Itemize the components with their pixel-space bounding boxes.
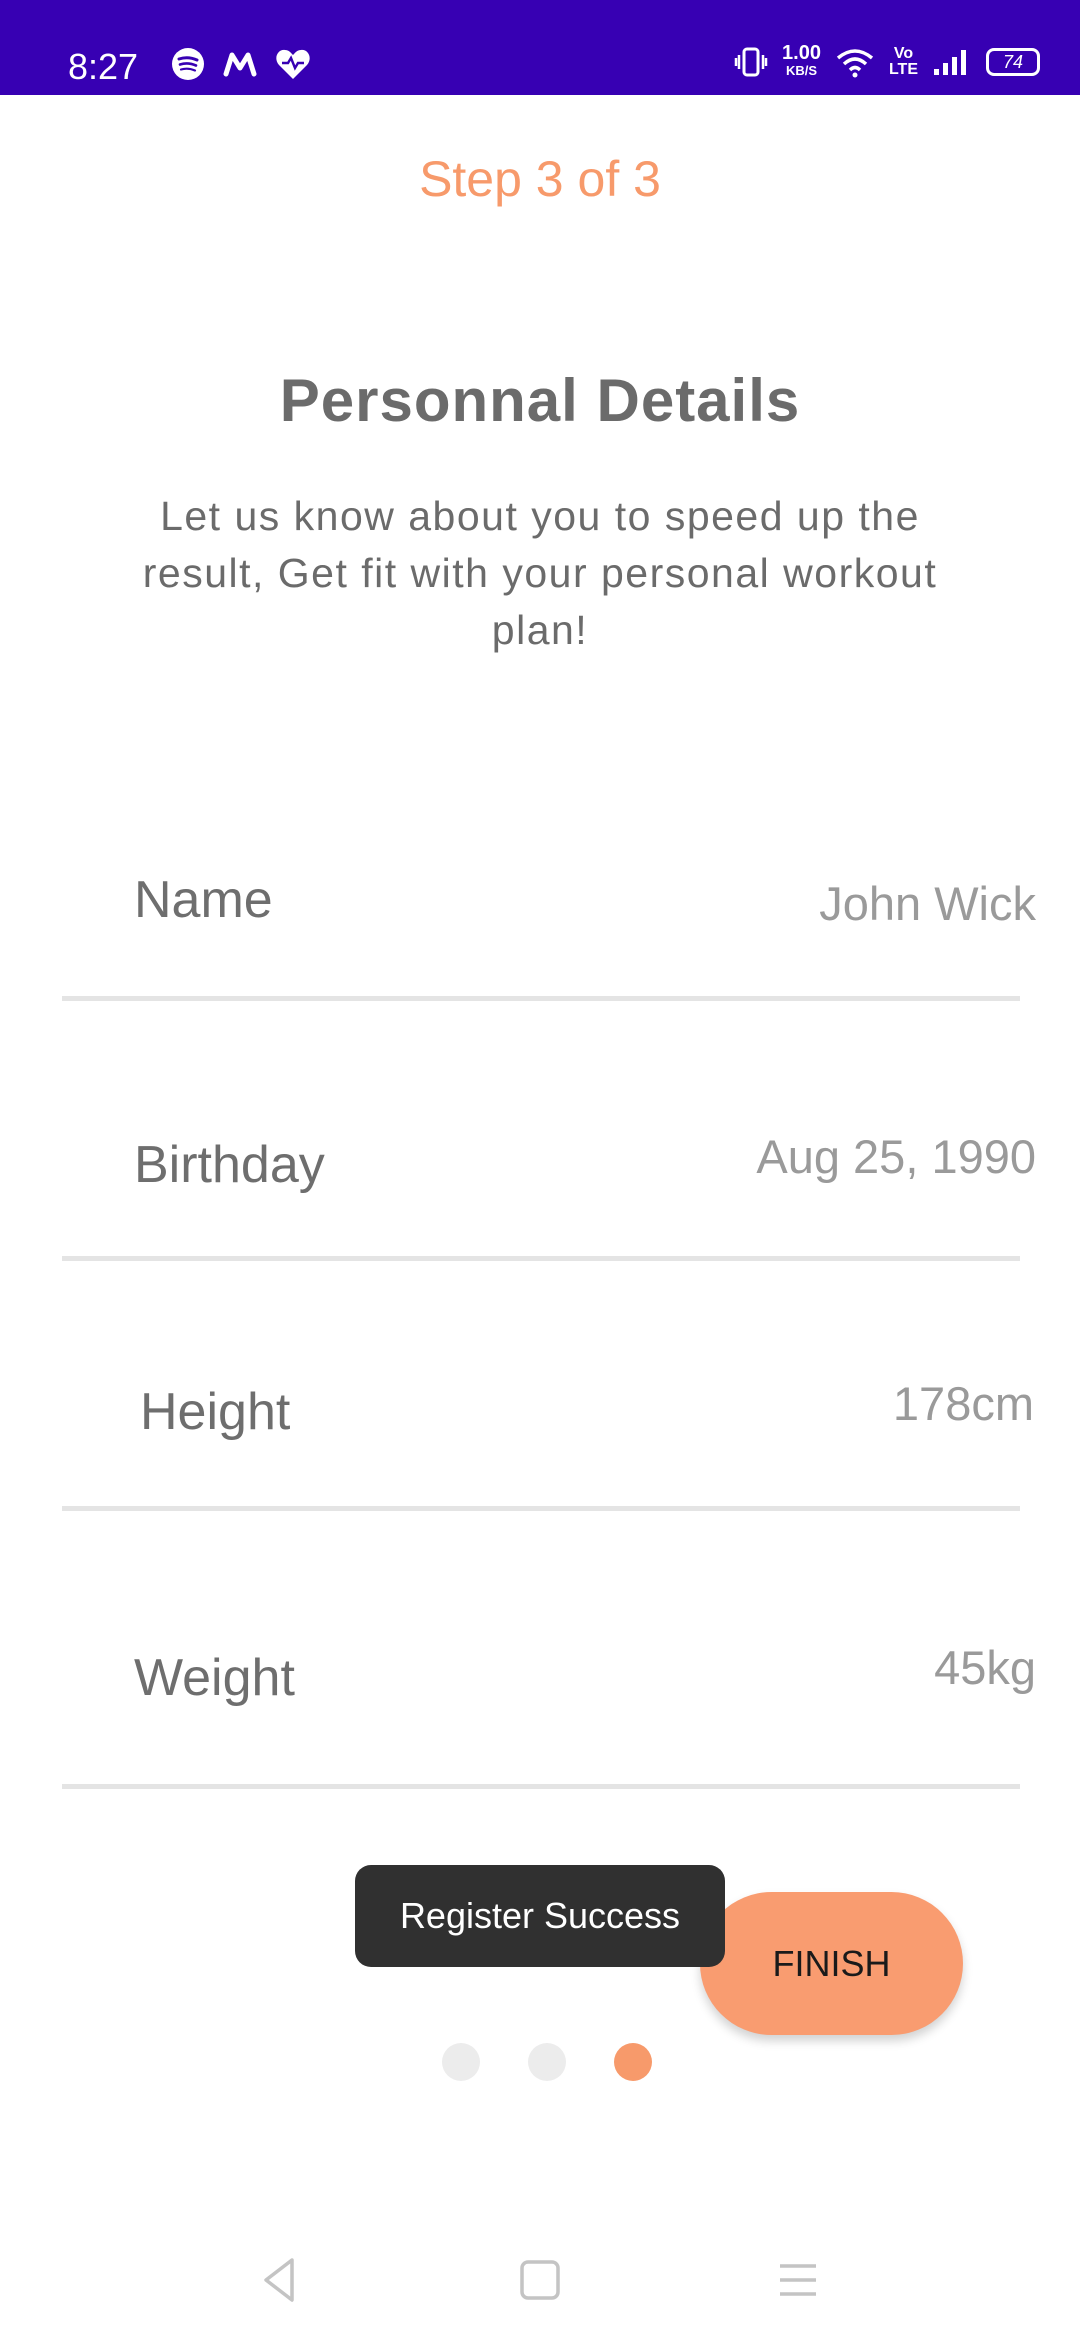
name-value[interactable]: John Wick <box>819 876 1036 931</box>
page-indicator <box>442 2043 652 2081</box>
network-speed: 1.00 KB/S <box>782 42 821 80</box>
height-label: Height <box>140 1383 291 1441</box>
page-dot-3-active[interactable] <box>614 2043 652 2081</box>
home-icon[interactable] <box>510 2250 570 2310</box>
speed-value: 1.00 <box>782 42 821 64</box>
name-row[interactable]: Name John Wick <box>62 860 1036 1010</box>
menu-icon[interactable] <box>768 2250 828 2310</box>
spotify-icon <box>172 48 204 80</box>
system-nav-bar <box>0 2230 1080 2340</box>
birthday-value[interactable]: Aug 25, 1990 <box>756 1129 1036 1184</box>
height-divider <box>62 1506 1020 1511</box>
page-dot-2[interactable] <box>528 2043 566 2081</box>
status-right-icons: 1.00 KB/S Vo LTE 74 <box>734 42 1040 80</box>
status-left-icons <box>170 46 312 82</box>
finish-button[interactable]: FINISH <box>700 1892 963 2035</box>
name-label: Name <box>134 871 273 929</box>
wifi-icon <box>836 49 874 78</box>
birthday-divider <box>62 1256 1020 1261</box>
status-time: 8:27 <box>68 46 139 87</box>
volte-indicator: Vo LTE <box>889 46 918 78</box>
volte-top: Vo <box>893 45 914 62</box>
vibrate-icon <box>734 47 768 77</box>
weight-divider <box>62 1784 1020 1789</box>
heart-icon <box>276 49 310 79</box>
back-icon[interactable] <box>250 2250 310 2310</box>
height-value[interactable]: 178cm <box>893 1376 1034 1431</box>
battery-level: 74 <box>1002 51 1024 72</box>
m-app-icon <box>223 52 257 77</box>
speed-unit: KB/S <box>785 63 818 78</box>
page-subtitle: Let us know about you to speed up the re… <box>142 493 938 653</box>
birthday-label: Birthday <box>134 1136 325 1194</box>
status-bar: 8:27 1.00 KB/S Vo LTE 74 <box>0 0 1080 95</box>
signal-icon <box>934 50 966 75</box>
weight-value[interactable]: 45kg <box>934 1640 1036 1695</box>
weight-row[interactable]: Weight 45kg <box>62 1638 1036 1789</box>
birthday-row[interactable]: Birthday Aug 25, 1990 <box>62 1125 1036 1275</box>
name-divider <box>62 996 1020 1001</box>
battery-icon: 74 <box>986 48 1040 76</box>
step-indicator: Step 3 of 3 <box>419 151 661 207</box>
toast-message: Register Success <box>355 1865 725 1967</box>
volte-bottom: LTE <box>888 61 918 78</box>
page-dot-1[interactable] <box>442 2043 480 2081</box>
weight-label: Weight <box>134 1649 295 1707</box>
page-title: Personnal Details <box>279 367 801 434</box>
height-row[interactable]: Height 178cm <box>62 1372 1034 1522</box>
